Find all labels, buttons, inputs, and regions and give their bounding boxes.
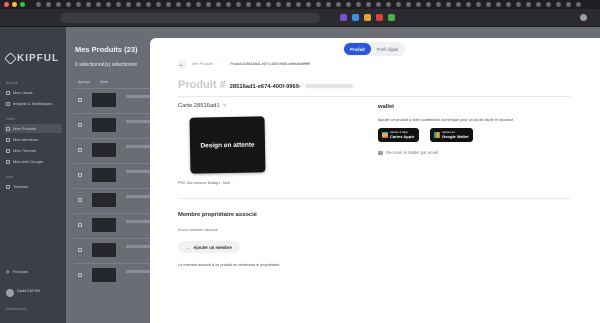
extension-icon[interactable] <box>340 14 347 21</box>
redacted-text <box>304 84 353 88</box>
row-checkbox[interactable] <box>78 148 82 152</box>
product-thumbnail <box>92 143 116 157</box>
arrow-left-icon: ← <box>186 244 191 250</box>
product-title: Produit # 28516ad1-e674-400f-9969- <box>178 79 353 91</box>
product-thumbnail <box>92 268 116 282</box>
theme-icon <box>6 148 10 153</box>
table-row[interactable] <box>74 213 154 235</box>
tab-product[interactable]: Produit <box>344 43 371 55</box>
book-icon <box>6 184 10 189</box>
table-row[interactable] <box>74 138 154 160</box>
sidebar-item-products[interactable]: Mes Produits <box>4 124 62 133</box>
card-preview: Design en attente <box>189 116 266 174</box>
apple-wallet-icon <box>382 132 388 138</box>
table-row[interactable] <box>74 238 154 260</box>
window-controls[interactable] <box>4 2 25 7</box>
selection-count: 0 sélectionné(s) sélectionné <box>75 62 137 68</box>
wallet-description: Ajouter ce produit à votre portefeuille … <box>378 118 515 122</box>
language-selector[interactable]: ◍ Français <box>6 269 28 274</box>
extension-icon[interactable] <box>388 14 395 21</box>
breadcrumb-current: Produit #28516ad1-e674-400f-9969-ce8e46d… <box>230 62 310 66</box>
wallet-title: wallet <box>378 104 395 110</box>
row-checkbox[interactable] <box>78 248 82 252</box>
profile-icon[interactable] <box>580 14 587 21</box>
row-checkbox[interactable] <box>78 273 82 277</box>
google-wallet-button[interactable]: Ajouter au Google Wallet <box>430 128 473 142</box>
member-note: Le membre associé à ce produit en devien… <box>178 263 281 267</box>
browser-toolbar <box>0 9 600 27</box>
members-icon <box>6 137 10 142</box>
leads-icon <box>6 90 10 95</box>
card-label: Carte 28516ad1 ✎ <box>178 103 227 109</box>
chart-icon <box>6 101 10 106</box>
arrow-left-icon: ← <box>178 61 185 68</box>
row-checkbox[interactable] <box>78 223 82 227</box>
sidebar-item-themes[interactable]: Mes Thèmes <box>4 146 62 155</box>
sidebar-item-tutorials[interactable]: Tutoriels <box>4 182 62 191</box>
row-checkbox[interactable] <box>78 123 82 127</box>
sidebar: KIPFUL Accueil Mes Leads Insights & Stat… <box>0 27 66 323</box>
section-label: Gérer <box>6 117 15 121</box>
google-wallet-icon <box>434 132 440 138</box>
section-label: Accueil <box>6 81 18 85</box>
extension-icon[interactable] <box>376 14 383 21</box>
logo-icon <box>4 52 17 65</box>
logo: KIPFUL <box>4 52 59 65</box>
row-checkbox[interactable] <box>78 198 82 202</box>
sidebar-item-leads[interactable]: Mes Leads <box>4 88 62 97</box>
extension-icon[interactable] <box>364 14 371 21</box>
table-row[interactable] <box>74 88 154 110</box>
product-thumbnail <box>92 118 116 132</box>
globe-icon: ◍ <box>6 269 10 274</box>
breadcrumb: Mes Produits › Produit #28516ad1-e674-40… <box>192 62 310 66</box>
user-profile[interactable]: David DUFON <box>6 289 40 297</box>
product-detail-panel: Produit Profil digital ← Mes Produits › … <box>150 38 600 323</box>
section-label: Aide <box>6 175 14 179</box>
extension-icon[interactable] <box>352 14 359 21</box>
mail-icon <box>378 150 383 155</box>
sidebar-item-insights[interactable]: Insights & Statistiques <box>4 99 62 108</box>
table-row[interactable] <box>74 113 154 135</box>
address-bar[interactable] <box>60 13 320 23</box>
product-thumbnail <box>92 168 116 182</box>
product-thumbnail <box>92 93 116 107</box>
logout-link[interactable]: Déconnexion <box>6 307 26 311</box>
product-thumbnail <box>92 218 116 232</box>
sidebar-item-google-reviews[interactable]: Mes Avis Google <box>4 157 62 166</box>
page-title: Mes Produits (23) <box>75 45 138 54</box>
divider <box>178 96 570 97</box>
product-thumbnail <box>92 243 116 257</box>
back-button[interactable]: ← <box>177 60 186 69</box>
user-name: David DUFON <box>17 289 40 293</box>
card-material: PVC Sur-mesure Design - Noir <box>178 181 230 185</box>
row-checkbox[interactable] <box>78 98 82 102</box>
breadcrumb-products[interactable]: Mes Produits <box>192 62 213 66</box>
view-toggle: Produit Profil digital <box>343 42 405 56</box>
member-empty-state: Aucun membre associé <box>178 228 218 232</box>
apple-wallet-button[interactable]: Ajouter à l'app Cartes Apple <box>378 128 419 142</box>
product-icon <box>6 126 10 131</box>
table-row[interactable] <box>74 163 154 185</box>
tab-digital-profile[interactable]: Profil digital <box>371 47 404 52</box>
avatar <box>6 289 14 297</box>
table-row[interactable] <box>74 263 154 285</box>
email-wallet-link[interactable]: Recevoir le Wallet par email <box>378 150 438 155</box>
member-title: Membre propriétaire associé <box>178 212 257 218</box>
sidebar-item-members[interactable]: Mes Membres <box>4 135 62 144</box>
product-thumbnail <box>92 193 116 207</box>
table-row[interactable] <box>74 188 154 210</box>
star-icon <box>6 159 10 164</box>
divider <box>178 198 570 199</box>
row-checkbox[interactable] <box>78 173 82 177</box>
edit-icon[interactable]: ✎ <box>223 103 227 109</box>
add-member-button[interactable]: ← Ajouter un membre <box>178 241 240 253</box>
table-header: Aperçu Nom <box>78 80 109 84</box>
browser-tabbar <box>0 0 600 9</box>
